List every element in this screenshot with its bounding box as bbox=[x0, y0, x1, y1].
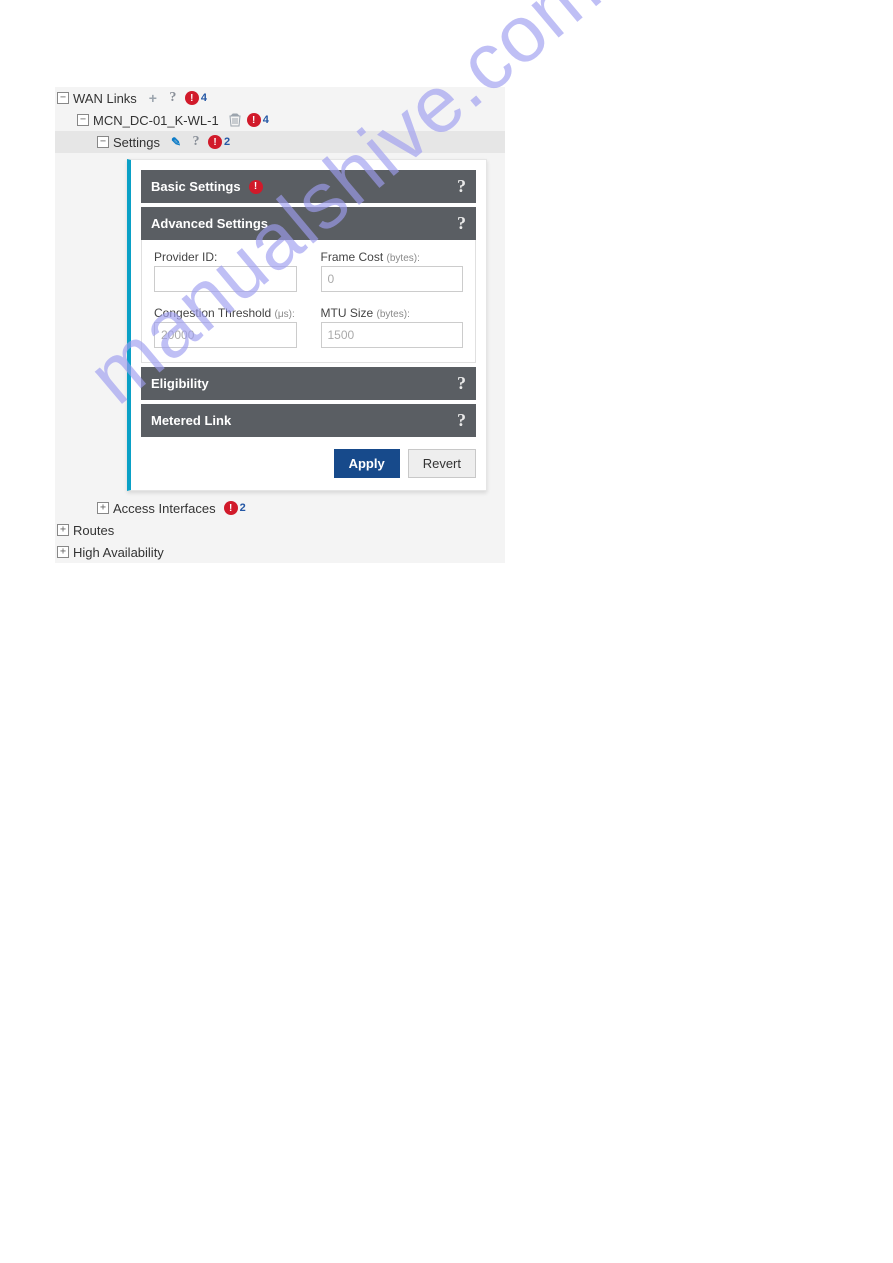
help-icon[interactable]: ? bbox=[188, 134, 204, 150]
alert-count: 2 bbox=[224, 136, 230, 148]
alert-icon[interactable]: ! bbox=[185, 91, 199, 105]
tree-node-high-availability[interactable]: + High Availability bbox=[55, 541, 505, 563]
expand-icon[interactable]: + bbox=[57, 524, 69, 536]
revert-button[interactable]: Revert bbox=[408, 449, 476, 478]
help-icon[interactable]: ? bbox=[457, 373, 466, 394]
section-advanced-settings[interactable]: Advanced Settings ? bbox=[141, 207, 476, 240]
alert-count: 2 bbox=[240, 502, 246, 514]
alert-icon[interactable]: ! bbox=[208, 135, 222, 149]
section-title: Basic Settings bbox=[151, 179, 241, 194]
tree-node-access-interfaces[interactable]: + Access Interfaces ! 2 bbox=[55, 497, 505, 519]
frame-cost-label: Frame Cost (bytes): bbox=[321, 250, 464, 264]
section-title: Metered Link bbox=[151, 413, 231, 428]
settings-panel: Basic Settings ! ? Advanced Settings ? P… bbox=[127, 159, 487, 491]
tree-node-routes[interactable]: + Routes bbox=[55, 519, 505, 541]
tree-node-settings[interactable]: − Settings ✎ ? ! 2 bbox=[55, 131, 505, 153]
section-basic-settings[interactable]: Basic Settings ! ? bbox=[141, 170, 476, 203]
collapse-icon[interactable]: − bbox=[77, 114, 89, 126]
provider-id-input[interactable] bbox=[154, 266, 297, 292]
frame-cost-input[interactable] bbox=[321, 266, 464, 292]
config-tree-panel: − WAN Links + ? ! 4 − MCN_DC-01_K-WL-1 !… bbox=[55, 87, 505, 563]
help-icon[interactable]: ? bbox=[457, 176, 466, 197]
section-eligibility[interactable]: Eligibility ? bbox=[141, 367, 476, 400]
help-icon[interactable]: ? bbox=[457, 213, 466, 234]
alert-count: 4 bbox=[201, 92, 207, 104]
alert-icon[interactable]: ! bbox=[247, 113, 261, 127]
alert-icon[interactable]: ! bbox=[224, 501, 238, 515]
section-title: Advanced Settings bbox=[151, 216, 268, 231]
congestion-threshold-label: Congestion Threshold (μs): bbox=[154, 306, 297, 320]
delete-icon[interactable] bbox=[227, 112, 243, 128]
congestion-threshold-input[interactable] bbox=[154, 322, 297, 348]
node-label: MCN_DC-01_K-WL-1 bbox=[93, 113, 219, 128]
alert-count: 4 bbox=[263, 114, 269, 126]
edit-icon[interactable]: ✎ bbox=[168, 134, 184, 150]
alert-icon: ! bbox=[249, 180, 263, 194]
section-metered-link[interactable]: Metered Link ? bbox=[141, 404, 476, 437]
expand-icon[interactable]: + bbox=[57, 546, 69, 558]
apply-button[interactable]: Apply bbox=[334, 449, 400, 478]
node-label: WAN Links bbox=[73, 91, 137, 106]
tree-node-wan-links[interactable]: − WAN Links + ? ! 4 bbox=[55, 87, 505, 109]
provider-id-label: Provider ID: bbox=[154, 250, 297, 264]
node-label: High Availability bbox=[73, 545, 164, 560]
node-label: Access Interfaces bbox=[113, 501, 216, 516]
help-icon[interactable]: ? bbox=[457, 410, 466, 431]
tree-node-mcn[interactable]: − MCN_DC-01_K-WL-1 ! 4 bbox=[55, 109, 505, 131]
collapse-icon[interactable]: − bbox=[57, 92, 69, 104]
collapse-icon[interactable]: − bbox=[97, 136, 109, 148]
add-icon[interactable]: + bbox=[145, 90, 161, 106]
node-label: Settings bbox=[113, 135, 160, 150]
advanced-settings-body: Provider ID: Frame Cost (bytes): Congest… bbox=[141, 240, 476, 363]
node-label: Routes bbox=[73, 523, 114, 538]
mtu-size-input[interactable] bbox=[321, 322, 464, 348]
expand-icon[interactable]: + bbox=[97, 502, 109, 514]
help-icon[interactable]: ? bbox=[165, 90, 181, 106]
mtu-size-label: MTU Size (bytes): bbox=[321, 306, 464, 320]
section-title: Eligibility bbox=[151, 376, 209, 391]
